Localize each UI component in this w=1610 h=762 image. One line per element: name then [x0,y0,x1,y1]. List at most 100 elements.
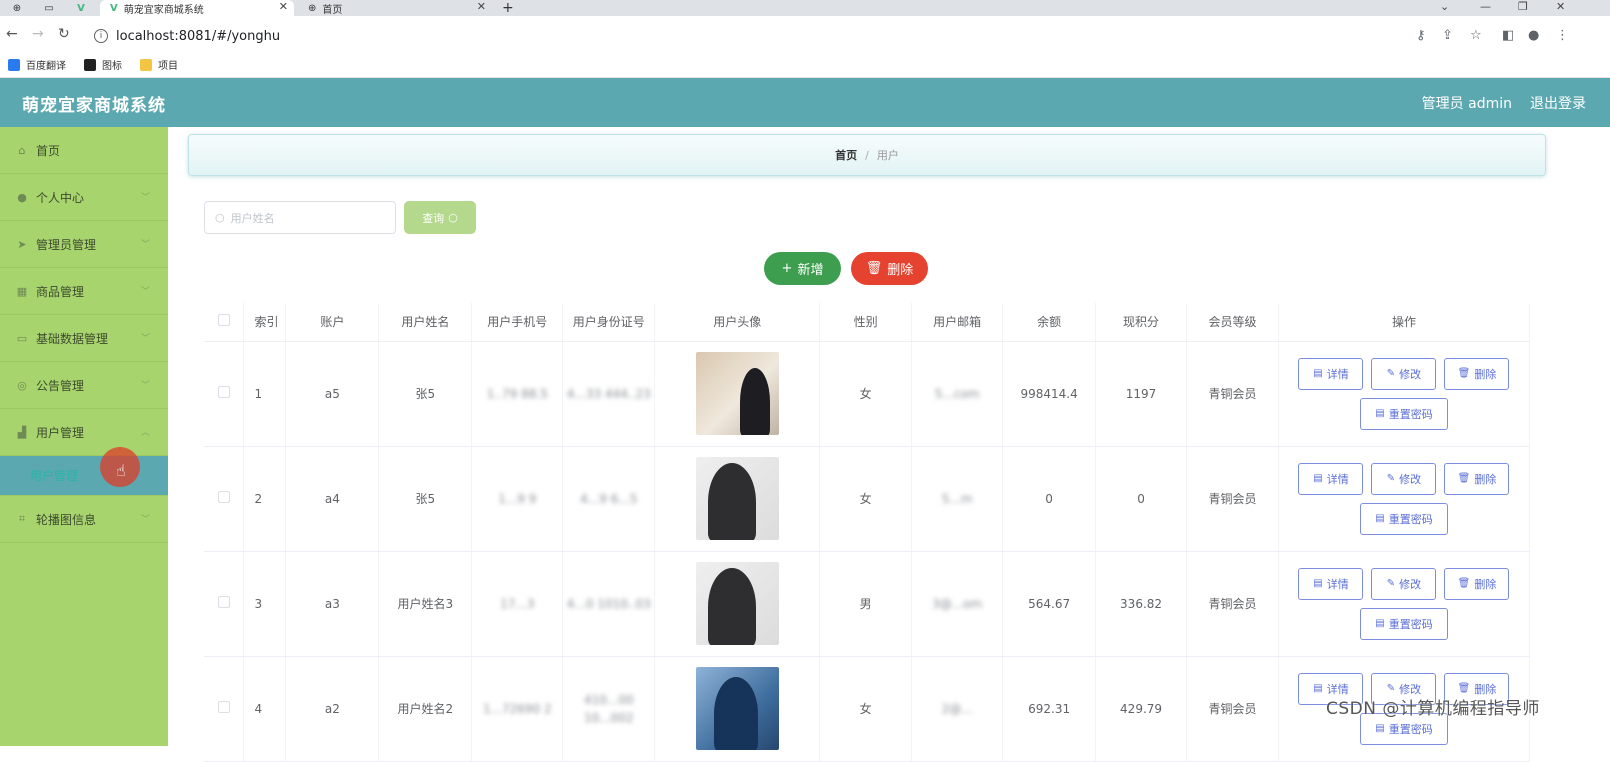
delete-button[interactable]: 🗑 删除 [1444,357,1510,390]
info-icon[interactable]: i [94,29,108,43]
breadcrumb-home[interactable]: 首页 [835,147,857,163]
sidebar-item-notice[interactable]: ◎ 公告管理 ﹀ [0,362,168,409]
bookmark-item[interactable]: 百度翻译 [8,57,66,72]
key-icon[interactable]: ⚷ [1416,28,1426,43]
cell-balance: 692.31 [1002,656,1097,762]
cell-index: 2 [243,446,287,552]
cell-points: 429.79 [1095,656,1188,762]
document-icon: ▤ [1313,368,1323,379]
more-icon[interactable]: ⋮ [1556,28,1569,43]
detail-button[interactable]: ▤ 详情 [1298,462,1364,495]
back-icon[interactable]: ← [6,26,18,42]
detail-button[interactable]: ▤ 详情 [1298,567,1364,600]
close-tab-icon[interactable]: ✕ [279,0,288,13]
cell-points: 0 [1095,446,1188,552]
cell-email: 5...com [911,341,1004,447]
trash-icon: 🗑 [1457,473,1471,484]
chevron-down-icon[interactable]: ⌄ [1440,0,1449,13]
add-button[interactable]: + 新增 [764,252,841,285]
reset-password-button[interactable]: ▤ 重置密码 [1359,607,1448,640]
row-checkbox[interactable] [204,446,245,552]
home-icon: ⌂ [18,143,26,157]
column-header: 账户 [285,303,380,342]
tab-pinned-blank[interactable]: ▭ [34,0,64,16]
cell-idcard: 4...0 1010..03 [562,551,656,657]
crop-icon: ⌗ [18,512,26,525]
delete-button[interactable]: 🗑 删除 [1444,462,1510,495]
tab-pinned-vue[interactable]: V [66,0,96,16]
document-icon: ▤ [1313,473,1323,484]
select-all-checkbox[interactable] [204,303,245,342]
delete-button[interactable]: 🗑 删除 [1444,567,1510,600]
new-tab-button[interactable]: + [502,0,522,16]
cell-level: 青铜会员 [1186,446,1279,552]
chevron-down-icon: ﹀ [140,240,150,250]
trash-icon: 🗑 [1457,683,1471,694]
row-checkbox[interactable] [204,656,245,762]
document-icon: ▤ [1375,618,1385,629]
search-input[interactable]: ○ 用户姓名 [204,201,396,234]
cell-level: 青铜会员 [1186,656,1279,762]
cell-idcard: 410...00 10...002 [562,656,656,762]
sidebar-item-profile[interactable]: ● 个人中心 ﹀ [0,174,168,221]
search-icon: ○ [215,211,225,224]
edit-button[interactable]: ✎ 修改 [1371,567,1437,600]
batch-delete-button[interactable]: 🗑 删除 [851,252,928,285]
close-window-icon[interactable]: ✕ [1556,0,1565,13]
page-icon: ▭ [44,2,54,14]
plus-icon: + [781,261,793,276]
sidebar-item-admin[interactable]: ➤ 管理员管理 ﹀ [0,221,168,268]
forward-icon[interactable]: → [32,26,44,42]
edit-button[interactable]: ✎ 修改 [1371,462,1437,495]
logout-link[interactable]: 退出登录 [1530,93,1586,113]
tab-home[interactable]: ⊕ 首页 ✕ [298,0,492,16]
cell-name: 张5 [378,446,473,552]
sidebar-item-users[interactable]: ▟ 用户管理 ︿ [0,409,168,456]
cell-gender: 男 [819,551,913,657]
sidebar-item-goods[interactable]: ▦ 商品管理 ﹀ [0,268,168,315]
detail-button[interactable]: ▤ 详情 [1298,357,1364,390]
cell-phone: 1...72690 2 [471,656,564,762]
cell-avatar [654,446,821,552]
reset-password-button[interactable]: ▤ 重置密码 [1359,397,1448,430]
bookmark-item[interactable]: 项目 [140,57,178,72]
cell-gender: 女 [819,446,913,552]
profile-icon[interactable]: ● [1528,28,1539,43]
user-table: 索引 账户 用户姓名 用户手机号 用户身份证号 用户头像 性别 用户邮箱 余额 … [204,303,1531,762]
row-checkbox[interactable] [204,551,245,657]
app-header: 萌宠宜家商城系统 管理员 admin 退出登录 [0,78,1610,127]
trash-icon: 🗑 [1457,578,1471,589]
building-icon: ▟ [17,425,27,439]
minimize-icon[interactable]: — [1480,0,1491,13]
bookmark-item[interactable]: 图标 [84,57,122,72]
tab-pinned-globe[interactable]: ⊕ [2,0,32,16]
sidepanel-icon[interactable]: ◧ [1502,28,1514,43]
url-field[interactable]: i localhost:8081/#/yonghu [94,24,280,48]
share-icon[interactable]: ⇪ [1442,28,1453,43]
sidebar-subitem-users[interactable]: 用户管理 [0,456,168,496]
restore-icon[interactable]: ❐ [1518,0,1528,13]
star-icon[interactable]: ☆ [1470,28,1482,43]
column-header: 余额 [1002,303,1097,342]
avatar [695,562,779,645]
chevron-up-icon: ︿ [140,428,150,438]
document-icon: ▤ [1313,578,1323,589]
tab-active[interactable]: V 萌宠宜家商城系统 ✕ [100,0,294,16]
close-tab-icon[interactable]: ✕ [477,0,486,13]
sidebar-item-carousel[interactable]: ⌗ 轮播图信息 ﹀ [0,496,168,543]
chevron-down-icon: ﹀ [140,381,150,391]
table-row: 3 a3 用户姓名3 17...3 4...0 1010..03 男 3@...… [204,551,1531,657]
sidebar-item-basedata[interactable]: ▭ 基础数据管理 ﹀ [0,315,168,362]
cell-name: 用户姓名3 [378,551,473,657]
edit-button[interactable]: ✎ 修改 [1371,357,1437,390]
cell-idcard: 4...33 444..23 [562,341,656,447]
sidebar: ⌂ 首页 ● 个人中心 ﹀ ➤ 管理员管理 ﹀ ▦ 商品管理 ﹀ ▭ 基础数据管理 ﹀ ◎ 公告管理… [0,127,168,746]
reload-icon[interactable]: ↻ [58,26,70,42]
reset-password-button[interactable]: ▤ 重置密码 [1359,502,1448,535]
document-icon: ▤ [1313,683,1323,694]
row-checkbox[interactable] [204,341,245,447]
sidebar-item-home[interactable]: ⌂ 首页 [0,127,168,174]
query-button[interactable]: 查询 ○ [404,201,476,234]
cell-phone: 1...9 9 [471,446,564,552]
column-header: 会员等级 [1186,303,1279,342]
